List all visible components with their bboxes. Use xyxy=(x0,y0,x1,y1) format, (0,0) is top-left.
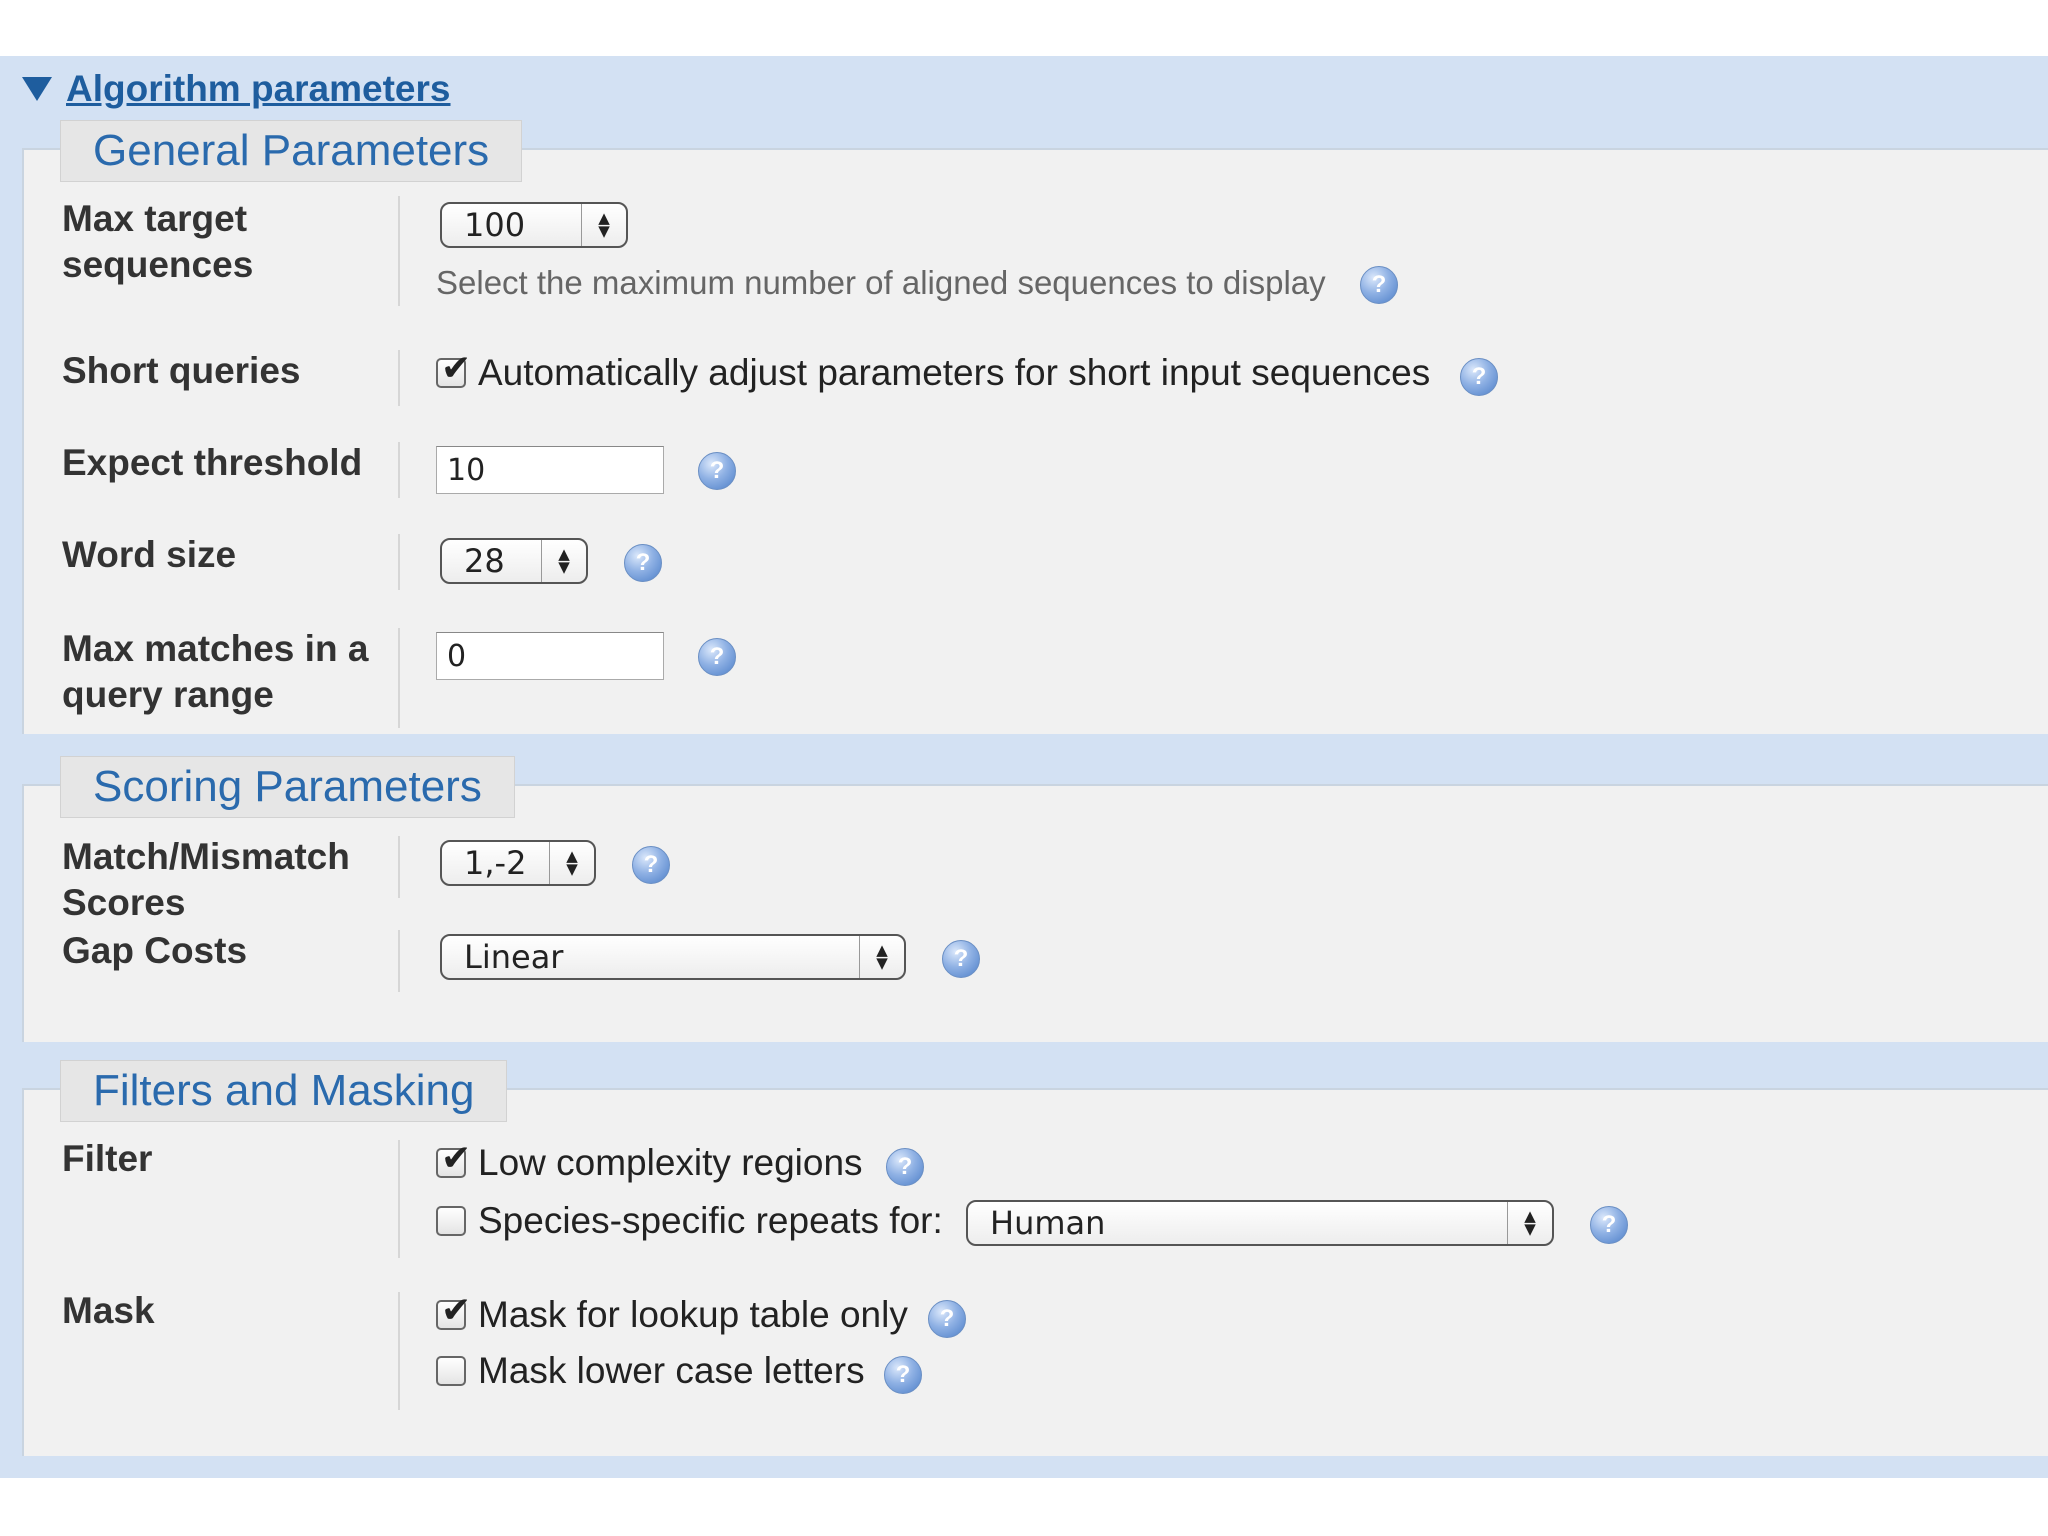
filter-label: Filter xyxy=(62,1138,153,1179)
help-icon[interactable]: ? xyxy=(942,940,980,978)
match-mismatch-value: 1,-2 xyxy=(464,844,527,882)
help-icon[interactable]: ? xyxy=(884,1356,922,1394)
mask-lookup-label[interactable]: Mask for lookup table only xyxy=(478,1294,908,1336)
max-target-label-line1: Max target xyxy=(62,198,248,239)
gap-costs-select[interactable]: Linear ▲ ▼ xyxy=(440,934,906,980)
mask-lookup-checkbox[interactable] xyxy=(436,1290,471,1331)
select-arrows-icon: ▲ ▼ xyxy=(581,204,626,246)
short-queries-checkbox[interactable] xyxy=(436,348,471,389)
help-icon[interactable]: ? xyxy=(632,846,670,884)
gap-costs-label: Gap Costs xyxy=(62,930,248,971)
divider xyxy=(398,534,400,590)
help-icon[interactable]: ? xyxy=(624,544,662,582)
low-complexity-checkbox[interactable] xyxy=(436,1138,471,1179)
divider xyxy=(398,1292,400,1410)
short-queries-row: Automatically adjust parameters for shor… xyxy=(436,348,1430,394)
scoring-parameters-panel: Scoring Parameters Match/Mismatch Scores… xyxy=(22,756,2048,1042)
divider xyxy=(398,930,400,992)
help-icon[interactable]: ? xyxy=(1590,1206,1628,1244)
species-select[interactable]: Human ▲ ▼ xyxy=(966,1200,1554,1246)
help-icon[interactable]: ? xyxy=(928,1300,966,1338)
low-complexity-label[interactable]: Low complexity regions xyxy=(478,1142,863,1184)
max-target-label-line2: sequences xyxy=(62,244,254,285)
triangle-down-icon[interactable] xyxy=(22,77,52,101)
match-mismatch-select[interactable]: 1,-2 ▲ ▼ xyxy=(440,840,596,886)
expect-threshold-label: Expect threshold xyxy=(62,442,363,483)
max-target-value: 100 xyxy=(464,206,526,244)
algorithm-parameters-toggle[interactable]: Algorithm parameters xyxy=(22,66,451,112)
select-arrows-icon: ▲ ▼ xyxy=(1507,1202,1552,1244)
mask-lowercase-checkbox[interactable] xyxy=(436,1356,466,1386)
filters-masking-panel: Filters and Masking Filter Low complexit… xyxy=(22,1060,2048,1456)
max-target-hint: Select the maximum number of aligned seq… xyxy=(436,264,1326,301)
gap-costs-value: Linear xyxy=(464,938,564,976)
help-icon[interactable]: ? xyxy=(1460,358,1498,396)
low-complexity-row: Low complexity regions xyxy=(436,1138,863,1184)
select-arrows-icon: ▲ ▼ xyxy=(541,540,586,582)
species-repeats-label[interactable]: Species-specific repeats for: xyxy=(478,1200,943,1242)
select-arrows-icon: ▲ ▼ xyxy=(859,936,904,978)
select-arrows-icon: ▲ ▼ xyxy=(549,842,594,884)
mask-lookup-row: Mask for lookup table only xyxy=(436,1290,908,1336)
word-size-select[interactable]: 28 ▲ ▼ xyxy=(440,538,588,584)
match-mismatch-label-line2: Scores xyxy=(62,882,186,923)
short-queries-label: Short queries xyxy=(62,350,301,391)
max-matches-input[interactable]: 0 xyxy=(436,632,664,680)
help-icon[interactable]: ? xyxy=(1360,266,1398,304)
divider xyxy=(398,836,400,898)
help-icon[interactable]: ? xyxy=(886,1148,924,1186)
mask-lowercase-row: Mask lower case letters xyxy=(436,1350,865,1392)
species-repeats-row: Species-specific repeats for: xyxy=(436,1200,943,1242)
scoring-parameters-legend: Scoring Parameters xyxy=(60,756,515,818)
match-mismatch-label-line1: Match/Mismatch xyxy=(62,836,350,877)
species-value: Human xyxy=(990,1204,1106,1242)
divider xyxy=(398,196,400,306)
word-size-label: Word size xyxy=(62,534,237,575)
word-size-value: 28 xyxy=(464,542,505,580)
max-matches-label-line2: query range xyxy=(62,674,274,715)
divider xyxy=(398,350,400,406)
divider xyxy=(398,1140,400,1258)
general-parameters-panel: General Parameters Max target sequences … xyxy=(22,120,2048,734)
mask-label: Mask xyxy=(62,1290,155,1331)
general-parameters-legend: General Parameters xyxy=(60,120,523,182)
help-icon[interactable]: ? xyxy=(698,452,736,490)
short-queries-checkbox-label[interactable]: Automatically adjust parameters for shor… xyxy=(478,352,1430,394)
species-repeats-checkbox[interactable] xyxy=(436,1206,466,1236)
algorithm-parameters-link[interactable]: Algorithm parameters xyxy=(66,68,451,110)
help-icon[interactable]: ? xyxy=(698,638,736,676)
expect-threshold-input[interactable]: 10 xyxy=(436,446,664,494)
filters-masking-legend: Filters and Masking xyxy=(60,1060,508,1122)
max-matches-label-line1: Max matches in a xyxy=(62,628,369,669)
divider xyxy=(398,628,400,728)
divider xyxy=(398,442,400,498)
max-target-select[interactable]: 100 ▲ ▼ xyxy=(440,202,628,248)
mask-lowercase-label[interactable]: Mask lower case letters xyxy=(478,1350,865,1392)
